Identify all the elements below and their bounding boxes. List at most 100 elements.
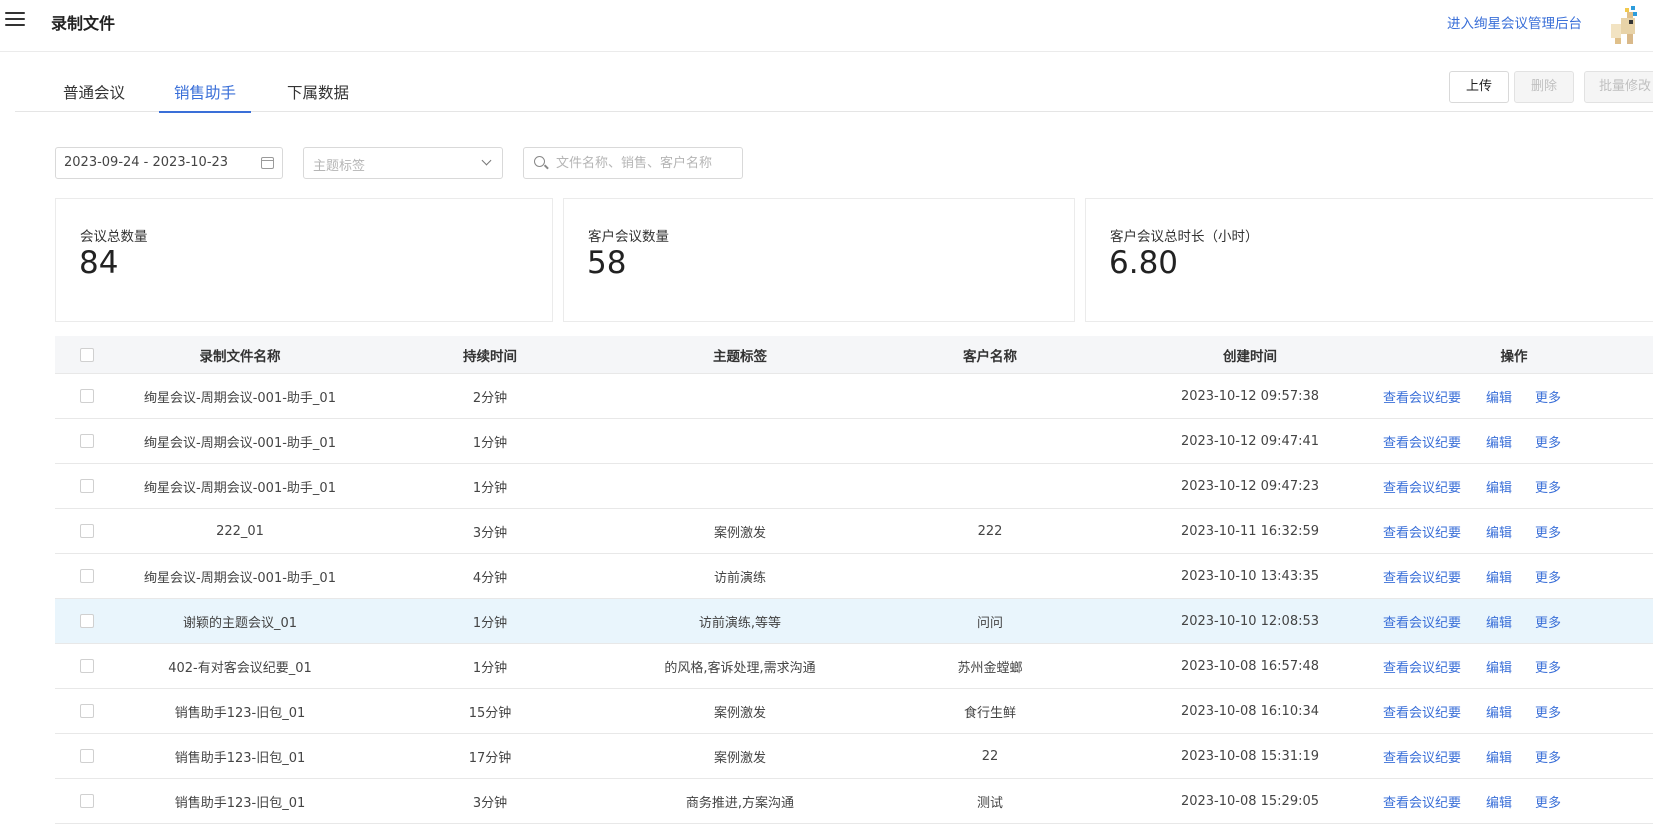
tab-subordinate-data[interactable]: 下属数据 — [287, 81, 349, 111]
more-link[interactable]: 更多 — [1535, 734, 1561, 778]
column-header-actions: 操作 — [1500, 348, 1528, 365]
table-row[interactable]: 402-有对客会议纪要_01 1分钟 的风格,客诉处理,需求沟通 苏州金螳螂 2023-… — [55, 644, 1653, 689]
row-checkbox[interactable] — [80, 749, 94, 763]
date-range-value: 2023-09-24 - 2023-10-23 — [64, 155, 229, 170]
table-row[interactable]: 销售助手123-旧包_01 17分钟 案例激发 22 2023-10-08 15:31:… — [55, 734, 1653, 779]
row-select-cell — [55, 734, 115, 778]
more-link[interactable]: 更多 — [1535, 464, 1561, 508]
stat-card-total-meetings: 会议总数量 84 — [55, 198, 553, 322]
edit-link[interactable]: 编辑 — [1486, 509, 1512, 553]
tab-sales-assistant[interactable]: 销售助手 — [159, 81, 252, 113]
view-minutes-link[interactable]: 查看会议纪要 — [1383, 419, 1461, 463]
table-row[interactable]: 销售助手123-旧包_01 3分钟 商务推进,方案沟通 测试 2023-10-08 15… — [55, 779, 1653, 824]
edit-link[interactable]: 编辑 — [1486, 644, 1512, 688]
cell-topic-tag: 访前演练 — [713, 570, 766, 586]
cell-created-time: 2023-10-12 09:47:41 — [1180, 433, 1320, 449]
upload-button[interactable]: 上传 — [1449, 71, 1509, 103]
topic-tag-select[interactable]: 主题标签 — [303, 147, 503, 179]
more-link[interactable]: 更多 — [1535, 554, 1561, 598]
table-row[interactable]: 绚星会议-周期会议-001-助手_01 1分钟 2023-10-12 09:47:4… — [55, 419, 1653, 464]
more-link[interactable]: 更多 — [1535, 779, 1561, 823]
more-link[interactable]: 更多 — [1535, 599, 1561, 643]
search-box — [523, 147, 743, 179]
row-checkbox[interactable] — [80, 434, 94, 448]
table-row[interactable]: 绚星会议-周期会议-001-助手_01 2分钟 2023-10-12 09:57:3… — [55, 374, 1653, 419]
edit-link[interactable]: 编辑 — [1486, 554, 1512, 598]
cell-duration: 4分钟 — [472, 570, 508, 586]
view-minutes-link[interactable]: 查看会议纪要 — [1383, 779, 1461, 823]
search-input[interactable] — [556, 153, 736, 173]
row-checkbox[interactable] — [80, 794, 94, 808]
select-all-checkbox[interactable] — [80, 347, 94, 362]
view-minutes-link[interactable]: 查看会议纪要 — [1383, 644, 1461, 688]
column-header-created: 创建时间 — [1223, 348, 1277, 365]
view-minutes-link[interactable]: 查看会议纪要 — [1383, 554, 1461, 598]
row-select-cell — [55, 644, 115, 688]
topic-tag-placeholder: 主题标签 — [313, 159, 366, 174]
table-row[interactable]: 谢颖的主题会议_01 1分钟 访前演练,等等 问问 2023-10-10 12:08:5… — [55, 599, 1653, 644]
cell-file-name: 222_01 — [216, 523, 264, 539]
cell-created-time: 2023-10-12 09:47:23 — [1180, 478, 1320, 494]
more-link[interactable]: 更多 — [1535, 644, 1561, 688]
cell-file-name: 谢颖的主题会议_01 — [182, 615, 298, 631]
menu-icon[interactable] — [5, 12, 25, 28]
admin-console-link[interactable]: 进入绚星会议管理后台 — [1447, 12, 1582, 32]
cell-file-name: 绚星会议-周期会议-001-助手_01 — [144, 570, 336, 586]
cell-duration: 15分钟 — [468, 705, 512, 721]
cell-duration: 1分钟 — [472, 660, 508, 676]
row-checkbox[interactable] — [80, 479, 94, 493]
cell-created-time: 2023-10-10 12:08:53 — [1180, 613, 1320, 629]
delete-button[interactable]: 删除 — [1514, 71, 1574, 103]
more-link[interactable]: 更多 — [1535, 689, 1561, 733]
avatar[interactable] — [1603, 6, 1641, 46]
more-link[interactable]: 更多 — [1535, 374, 1561, 418]
edit-link[interactable]: 编辑 — [1486, 689, 1512, 733]
cell-file-name: 销售助手123-旧包_01 — [174, 795, 306, 811]
batch-edit-button[interactable]: 批量修改 — [1584, 71, 1653, 103]
view-minutes-link[interactable]: 查看会议纪要 — [1383, 734, 1461, 778]
table-body: 绚星会议-周期会议-001-助手_01 2分钟 2023-10-12 09:57:3… — [55, 374, 1653, 824]
cell-created-time: 2023-10-12 09:57:38 — [1180, 388, 1320, 404]
view-minutes-link[interactable]: 查看会议纪要 — [1383, 464, 1461, 508]
cell-topic-tag: 案例激发 — [713, 750, 766, 766]
edit-link[interactable]: 编辑 — [1486, 374, 1512, 418]
table-row[interactable]: 绚星会议-周期会议-001-助手_01 1分钟 2023-10-12 09:47:2… — [55, 464, 1653, 509]
cell-topic-tag: 的风格,客诉处理,需求沟通 — [664, 660, 816, 676]
edit-link[interactable]: 编辑 — [1486, 599, 1512, 643]
cell-created-time: 2023-10-10 13:43:35 — [1180, 568, 1320, 584]
row-checkbox[interactable] — [80, 614, 94, 628]
edit-link[interactable]: 编辑 — [1486, 464, 1512, 508]
cell-topic-tag — [615, 464, 865, 508]
row-checkbox[interactable] — [80, 659, 94, 673]
table-row[interactable]: 绚星会议-周期会议-001-助手_01 4分钟 访前演练 2023-10-10 13:… — [55, 554, 1653, 599]
column-header-duration: 持续时间 — [463, 348, 517, 365]
row-checkbox[interactable] — [80, 569, 94, 583]
cell-created-time: 2023-10-08 15:29:05 — [1180, 793, 1320, 809]
view-minutes-link[interactable]: 查看会议纪要 — [1383, 374, 1461, 418]
table-row[interactable]: 222_01 3分钟 案例激发 222 2023-10-11 16:32:59 查看会议纪… — [55, 509, 1653, 554]
row-select-cell — [55, 419, 115, 463]
table-row[interactable]: 销售助手123-旧包_01 15分钟 案例激发 食行生鲜 2023-10-08 16:1… — [55, 689, 1653, 734]
cell-created-time: 2023-10-08 16:10:34 — [1180, 703, 1320, 719]
edit-link[interactable]: 编辑 — [1486, 419, 1512, 463]
cell-customer — [865, 419, 1115, 463]
row-checkbox[interactable] — [80, 704, 94, 718]
row-checkbox[interactable] — [80, 389, 94, 403]
edit-link[interactable]: 编辑 — [1486, 734, 1512, 778]
cell-topic-tag — [615, 374, 865, 418]
view-minutes-link[interactable]: 查看会议纪要 — [1383, 509, 1461, 553]
row-checkbox[interactable] — [80, 524, 94, 538]
cell-topic-tag: 案例激发 — [713, 525, 766, 541]
view-minutes-link[interactable]: 查看会议纪要 — [1383, 599, 1461, 643]
cell-customer — [865, 464, 1115, 508]
cell-created-time: 2023-10-11 16:32:59 — [1180, 523, 1320, 539]
stat-label: 会议总数量 — [80, 229, 148, 245]
edit-link[interactable]: 编辑 — [1486, 779, 1512, 823]
more-link[interactable]: 更多 — [1535, 419, 1561, 463]
cell-duration: 3分钟 — [472, 525, 508, 541]
more-link[interactable]: 更多 — [1535, 509, 1561, 553]
row-select-cell — [55, 374, 115, 418]
date-range-picker[interactable]: 2023-09-24 - 2023-10-23 — [55, 147, 283, 179]
tab-regular-meeting[interactable]: 普通会议 — [63, 81, 125, 111]
view-minutes-link[interactable]: 查看会议纪要 — [1383, 689, 1461, 733]
